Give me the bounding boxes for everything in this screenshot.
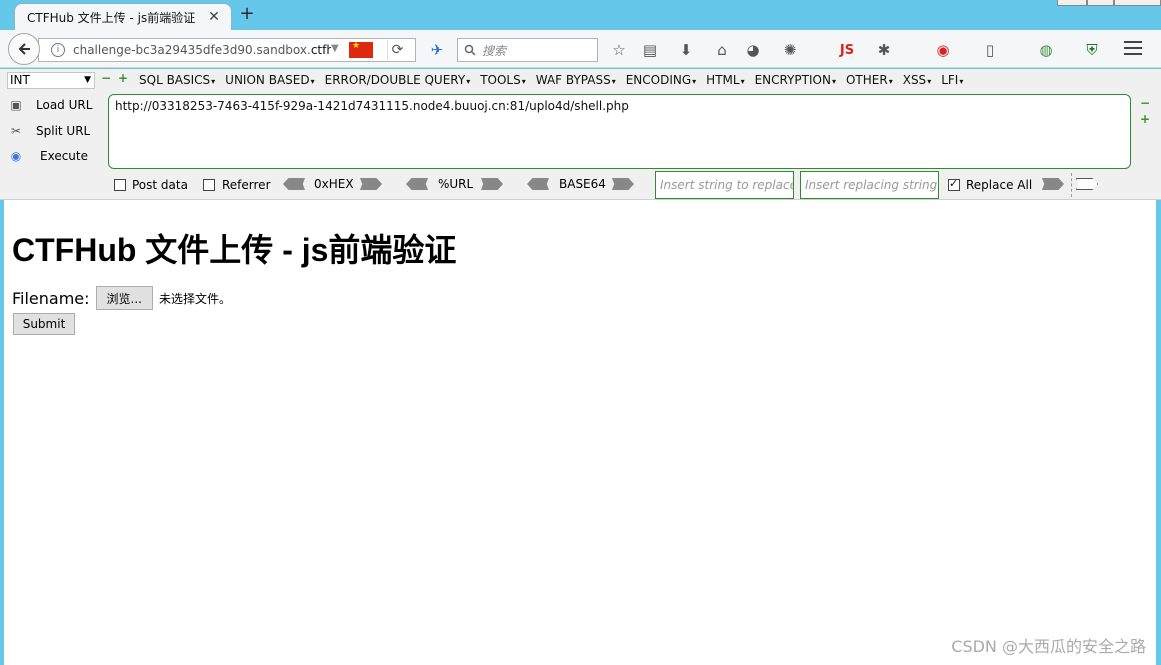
filename-label: Filename:: [12, 288, 90, 308]
close-tab-icon[interactable]: ✕: [207, 10, 221, 24]
bug-icon[interactable]: ✱: [873, 39, 895, 61]
replace-all-label: Replace All: [966, 178, 1033, 192]
maximize-button[interactable]: [1087, 0, 1114, 6]
post-data-checkbox[interactable]: [114, 179, 126, 191]
hackbar-url-textarea[interactable]: http://03318253-7463-415f-929a-1421d7431…: [108, 94, 1131, 169]
reload-icon[interactable]: ⟳: [387, 40, 407, 60]
menu-xss[interactable]: XSS: [903, 73, 931, 87]
menu-encoding[interactable]: ENCODING: [626, 73, 696, 87]
info-icon[interactable]: i: [51, 43, 65, 57]
tab-bar: CTFHub 文件上传 - js前端验证 ✕ +: [0, 0, 1161, 31]
hex-label: 0xHEX: [314, 177, 354, 191]
no-file-text: 未选择文件。: [159, 291, 232, 306]
active-tab[interactable]: CTFHub 文件上传 - js前端验证 ✕: [14, 3, 232, 31]
menu-tools[interactable]: TOOLS: [480, 73, 526, 87]
js-icon[interactable]: JS: [836, 39, 858, 61]
execute-label: Execute: [40, 149, 88, 163]
submit-button[interactable]: Submit: [13, 313, 75, 335]
back-arrow-icon: [18, 43, 30, 55]
right-frame-edge: [1156, 200, 1161, 665]
search-icon: [464, 44, 476, 56]
divider: [1071, 173, 1072, 197]
close-window-button[interactable]: [1114, 0, 1161, 6]
base64-decode-arrow-icon[interactable]: [527, 178, 549, 190]
chevron-down-icon: ▼: [84, 75, 91, 85]
collapse-minus-icon[interactable]: −: [1140, 97, 1150, 109]
menu-lfi[interactable]: LFI: [941, 73, 963, 87]
menu-icon[interactable]: [1124, 41, 1142, 57]
expand-plus-icon[interactable]: +: [1140, 113, 1150, 125]
hex-encode-arrow-icon[interactable]: [360, 178, 382, 190]
menu-error-double-query[interactable]: ERROR/DOUBLE QUERY: [325, 73, 471, 87]
injection-type-select[interactable]: INT ▼: [7, 72, 95, 89]
replacing-string-placeholder: Insert replacing string: [805, 178, 938, 192]
referrer-checkbox[interactable]: [203, 179, 215, 191]
page-title: CTFHub 文件上传 - js前端验证: [12, 232, 457, 268]
tab-title: CTFHub 文件上传 - js前端验证: [27, 11, 196, 25]
load-url-icon: ▣: [10, 98, 22, 112]
referrer-label: Referrer: [222, 178, 271, 192]
browse-button[interactable]: 浏览...: [95, 286, 153, 310]
minimize-button[interactable]: [1057, 0, 1087, 6]
download-icon[interactable]: ⬇: [675, 39, 697, 61]
bookmark-blue-icon[interactable]: ✈: [426, 39, 448, 61]
menu-html[interactable]: HTML: [706, 73, 744, 87]
hex-decode-arrow-icon[interactable]: [283, 178, 305, 190]
new-tab-icon[interactable]: +: [238, 5, 256, 23]
menu-waf-bypass[interactable]: WAF BYPASS: [536, 73, 616, 87]
dropdown-icon[interactable]: ▼: [331, 43, 339, 54]
palette-icon[interactable]: ✺: [779, 39, 801, 61]
menu-union-based[interactable]: UNION BASED: [225, 73, 314, 87]
url-text[interactable]: challenge-bc3a29435dfe3d90.sandbox.ctfh: [73, 43, 331, 57]
scissors-icon: ✂: [10, 124, 22, 138]
menu-encryption[interactable]: ENCRYPTION: [755, 73, 836, 87]
post-data-label: Post data: [132, 178, 188, 192]
load-url-label: Load URL: [36, 98, 93, 112]
hackbar-menu: SQL BASICS UNION BASED ERROR/DOUBLE QUER…: [139, 73, 973, 87]
base64-label: BASE64: [559, 177, 606, 191]
split-url-button[interactable]: ✂ Split URL: [8, 120, 104, 142]
base64-encode-arrow-icon[interactable]: [612, 178, 634, 190]
replace-string-input[interactable]: Insert string to replace: [655, 171, 794, 199]
split-url-label: Split URL: [36, 124, 91, 138]
address-bar[interactable]: i challenge-bc3a29435dfe3d90.sandbox.ctf…: [38, 38, 416, 62]
replace-next-arrow-icon[interactable]: [1076, 178, 1098, 190]
url-decode-arrow-icon[interactable]: [406, 178, 428, 190]
injection-type-value: INT: [10, 73, 30, 87]
watermark: CSDN @大西瓜的安全之路: [951, 637, 1146, 656]
minus-icon[interactable]: −: [101, 72, 111, 84]
page-content: CTFHub 文件上传 - js前端验证 Filename: 浏览... 未选择…: [4, 200, 1156, 665]
replace-string-placeholder: Insert string to replace: [660, 178, 794, 192]
earth-icon[interactable]: ◍: [1035, 39, 1057, 61]
menu-other[interactable]: OTHER: [846, 73, 893, 87]
shield-icon[interactable]: ⛨: [1081, 39, 1103, 61]
plus-icon[interactable]: +: [118, 72, 128, 84]
load-url-button[interactable]: ▣ Load URL: [8, 94, 104, 116]
avatar-icon[interactable]: ◕: [742, 39, 764, 61]
hackbar-panel: INT ▼ − + SQL BASICS UNION BASED ERROR/D…: [0, 69, 1161, 200]
replacing-string-input[interactable]: Insert replacing string: [800, 171, 939, 199]
device-icon[interactable]: ▯: [979, 39, 1001, 61]
url-encode-arrow-icon[interactable]: [481, 178, 503, 190]
hackbar-url-value: http://03318253-7463-415f-929a-1421d7431…: [115, 99, 629, 113]
url-domain: ctfh: [310, 43, 331, 57]
navigation-toolbar: i challenge-bc3a29435dfe3d90.sandbox.ctf…: [0, 30, 1161, 68]
file-upload-row: Filename: 浏览... 未选择文件。: [12, 286, 231, 310]
replace-all-checkbox[interactable]: [948, 177, 960, 191]
replace-arrow-icon[interactable]: [1042, 178, 1064, 190]
execute-button[interactable]: ◉ Execute: [8, 145, 104, 167]
search-bar[interactable]: 搜索: [457, 38, 598, 62]
china-flag-icon: [349, 41, 373, 58]
back-button[interactable]: [8, 33, 40, 65]
reading-list-icon[interactable]: ▤: [639, 39, 661, 61]
web-icon[interactable]: ◉: [932, 39, 954, 61]
url-encode-label: %URL: [438, 177, 474, 191]
url-prefix: challenge-bc3a29435dfe3d90.sandbox.: [73, 43, 311, 57]
search-placeholder: 搜索: [482, 43, 507, 58]
star-icon[interactable]: ☆: [608, 39, 630, 61]
home-icon[interactable]: ⌂: [711, 39, 733, 61]
play-icon: ◉: [10, 149, 22, 163]
menu-sql-basics[interactable]: SQL BASICS: [139, 73, 215, 87]
